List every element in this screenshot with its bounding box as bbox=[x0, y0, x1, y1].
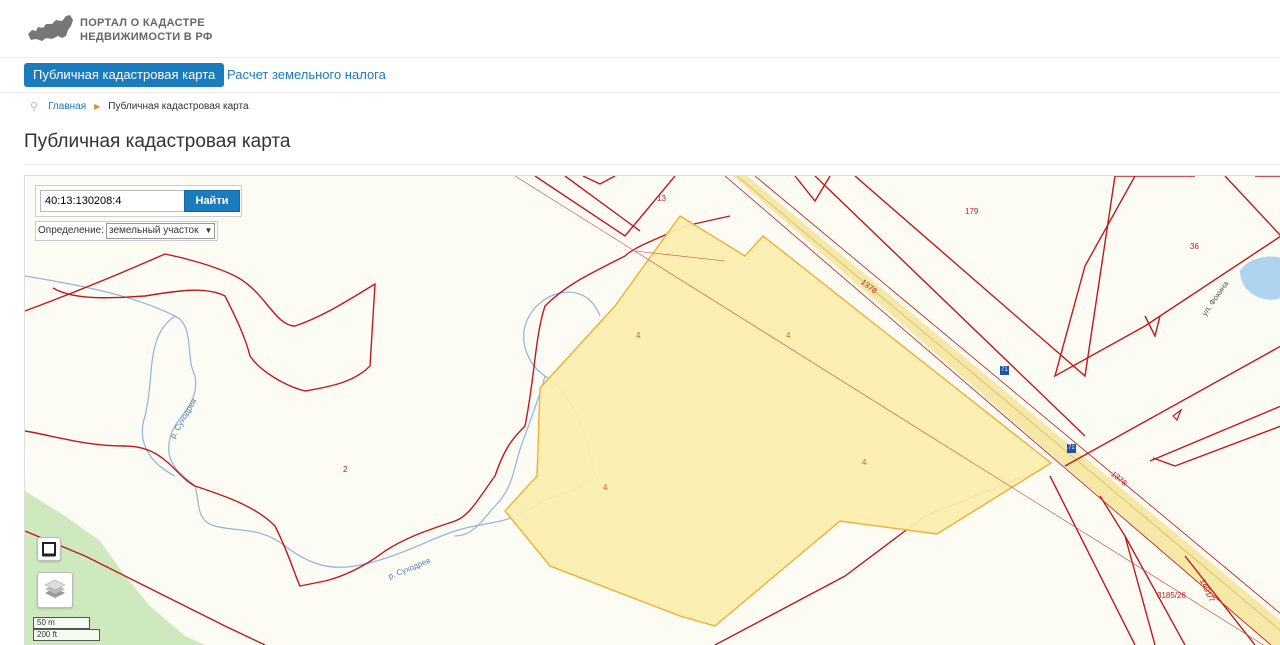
label-4a: 4 bbox=[636, 331, 641, 340]
layers-button[interactable] bbox=[37, 572, 73, 608]
definition-label: Определение: bbox=[38, 225, 105, 236]
scale-imperial: 200 ft bbox=[33, 629, 100, 641]
road-shield-label-b: 71 bbox=[1068, 445, 1075, 451]
location-pin-icon: ⚲ bbox=[30, 101, 39, 113]
definition-select[interactable]: земельный участок ▼ bbox=[106, 223, 216, 239]
scale-metric: 50 m bbox=[33, 617, 90, 629]
definition-value: земельный участок bbox=[109, 225, 199, 236]
layers-icon bbox=[44, 579, 66, 598]
cadastral-map[interactable]: 13 179 36 1378 1378 2 4 4 4 4 3185/26 14… bbox=[24, 175, 1280, 645]
label-4c: 4 bbox=[862, 458, 867, 467]
label-3185-26: 3185/26 bbox=[1157, 591, 1186, 600]
label-36: 36 bbox=[1190, 242, 1199, 251]
label-4b: 4 bbox=[786, 331, 791, 340]
road-shield-label-a: 71 bbox=[1001, 367, 1008, 373]
label-2: 2 bbox=[343, 465, 348, 474]
label-13: 13 bbox=[657, 194, 666, 203]
breadcrumb-current: Публичная кадастровая карта bbox=[108, 101, 249, 112]
logo-line2: НЕДВИЖИМОСТИ В РФ bbox=[80, 31, 213, 43]
map-canvas[interactable] bbox=[25, 176, 1280, 645]
breadcrumb-home[interactable]: Главная bbox=[48, 101, 86, 112]
selected-parcel bbox=[504, 215, 1053, 627]
label-4d: 4 bbox=[603, 483, 608, 492]
tab-land-tax-calc[interactable]: Расчет земельного налога bbox=[227, 63, 386, 87]
russia-map-logo-icon[interactable] bbox=[26, 12, 76, 44]
ruler-icon bbox=[42, 542, 56, 557]
cadastral-search: Найти bbox=[35, 185, 242, 217]
logo-text[interactable]: ПОРТАЛ О КАДАСТРЕ НЕДВИЖИМОСТИ В РФ bbox=[80, 16, 213, 44]
main-nav: Публичная кадастровая карта Расчет земел… bbox=[0, 58, 1280, 93]
label-179: 179 bbox=[965, 207, 979, 216]
page-title: Публичная кадастровая карта bbox=[24, 131, 291, 152]
divider bbox=[24, 164, 1280, 165]
chevron-down-icon: ▼ bbox=[204, 226, 213, 235]
breadcrumb: ⚲ Главная ▶ Публичная кадастровая карта bbox=[30, 100, 249, 113]
tab-public-cadastral-map[interactable]: Публичная кадастровая карта bbox=[24, 63, 225, 87]
logo-line1: ПОРТАЛ О КАДАСТРЕ bbox=[80, 17, 205, 29]
lake bbox=[1240, 256, 1280, 300]
site-header: ПОРТАЛ О КАДАСТРЕ НЕДВИЖИМОСТИ В РФ bbox=[0, 0, 1280, 58]
cadastral-number-input[interactable] bbox=[40, 190, 185, 212]
breadcrumb-arrow-icon: ▶ bbox=[94, 102, 101, 111]
find-button[interactable]: Найти bbox=[184, 190, 240, 212]
definition-box: Определение: земельный участок ▼ bbox=[35, 221, 219, 241]
measure-tool-button[interactable] bbox=[37, 537, 61, 561]
